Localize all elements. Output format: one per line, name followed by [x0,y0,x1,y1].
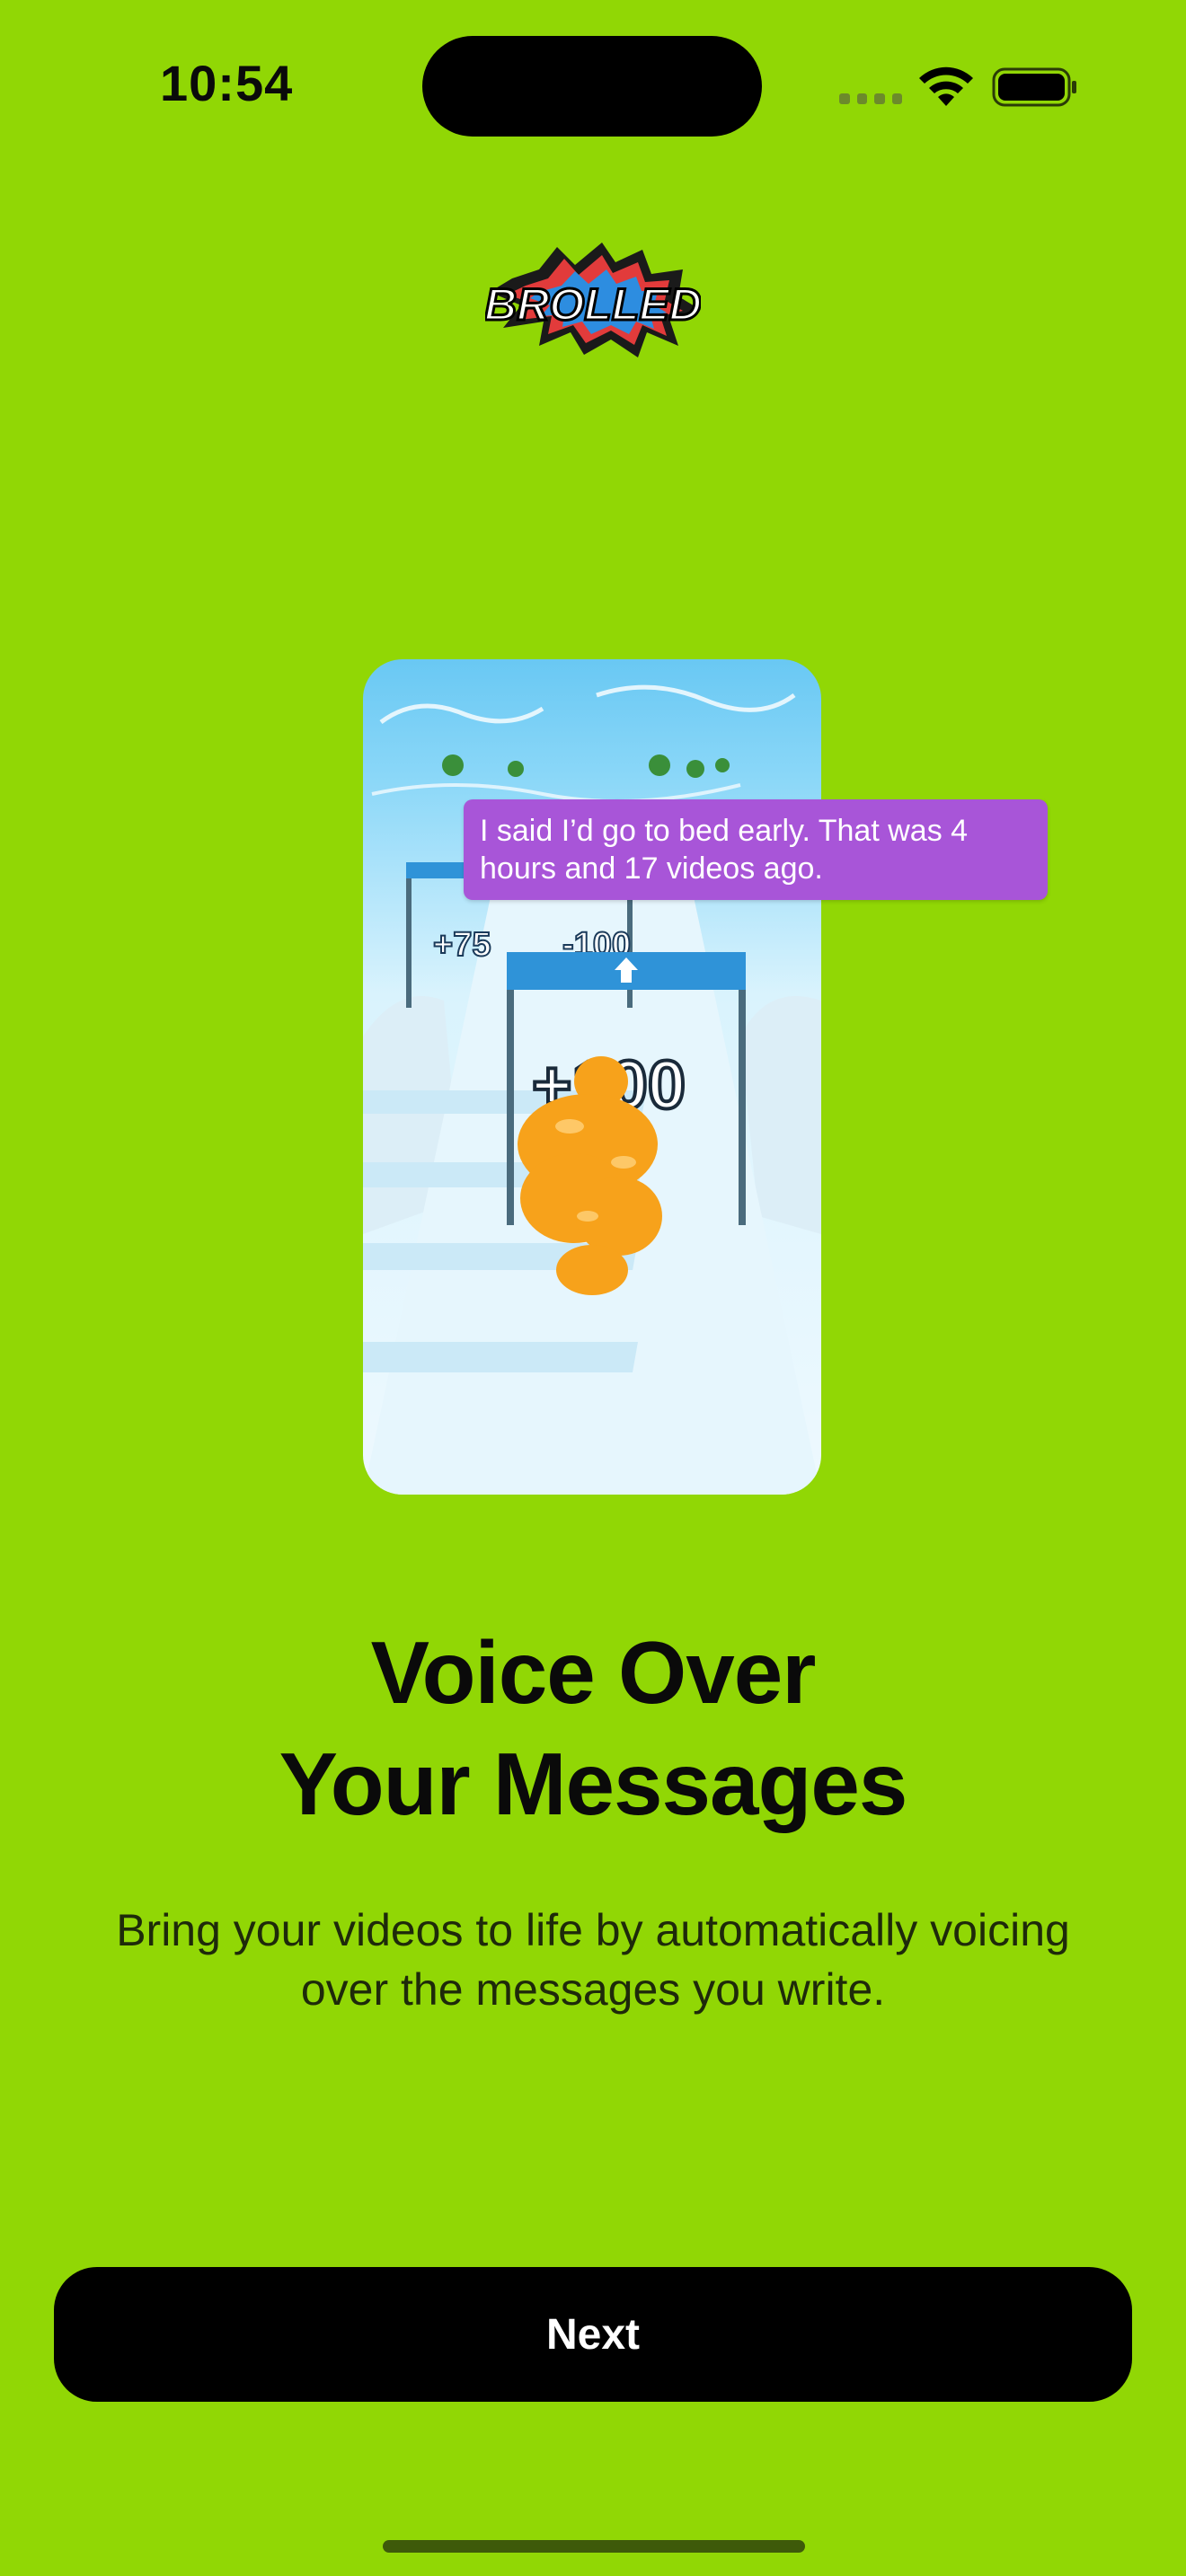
page-title: Voice Over Your Messages [0,1617,1186,1839]
home-indicator[interactable] [383,2540,805,2553]
status-time: 10:54 [160,55,294,111]
svg-text:BROLLED: BROLLED [485,279,701,330]
battery-icon [992,67,1076,107]
cellular-signal-icon [839,93,902,106]
game-scene: +75 -100 +100 [363,684,821,1495]
dynamic-island [422,36,762,137]
message-bubble: I said I’d go to bed early. That was 4 h… [464,799,1048,900]
wifi-icon [919,66,973,106]
gate-label-plus-75: +75 [433,926,491,964]
next-button[interactable]: Next [54,2267,1132,2402]
onboarding-screen: 10:54 BROLLED +75 -100 I said I’d go to … [0,0,1186,2576]
logo-text: BROLLED [485,278,701,331]
page-subtitle: Bring your videos to life by automatical… [116,1905,1070,2015]
title-line-2: Your Messages [279,1734,908,1833]
title-line-1: Voice Over [370,1623,817,1722]
brolled-logo: BROLLED [485,243,701,357]
video-preview[interactable]: +75 -100 +100 [363,659,821,1495]
